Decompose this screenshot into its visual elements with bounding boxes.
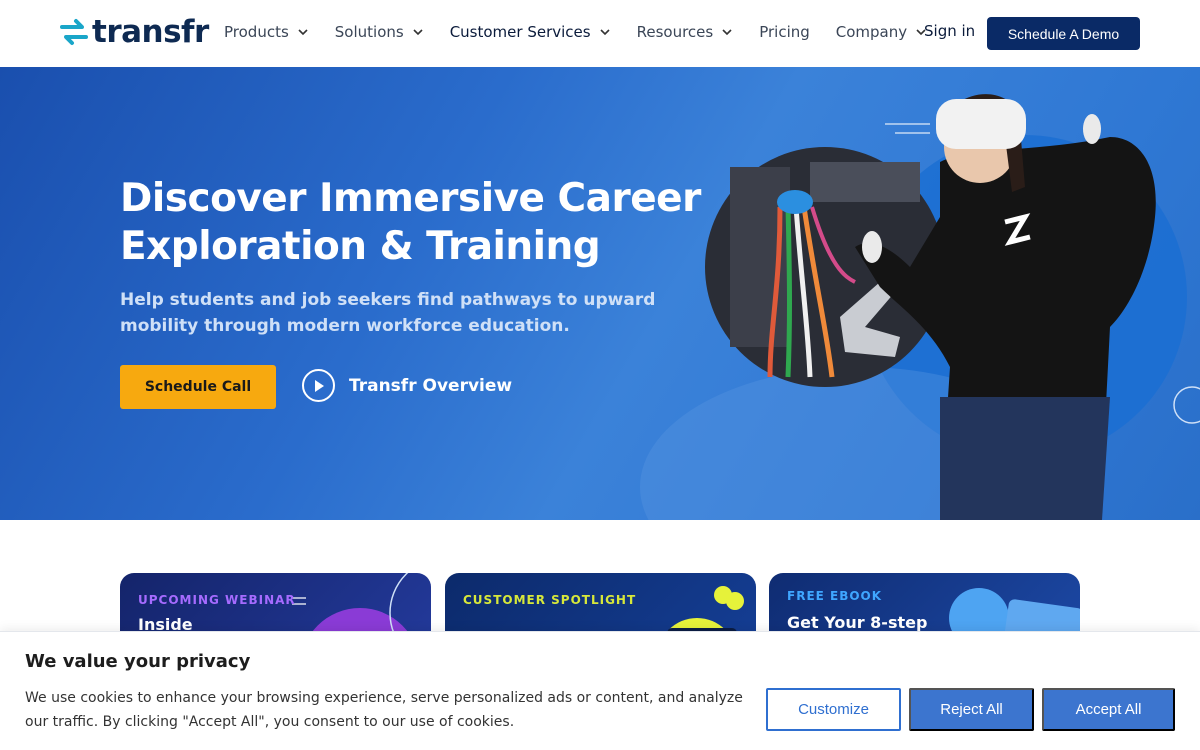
reject-all-button[interactable]: Reject All — [909, 688, 1034, 731]
hero-title: Discover Immersive Career Exploration & … — [120, 176, 701, 269]
logo-wordmark: transfr — [92, 14, 209, 50]
card-webinar-tag: UPCOMING WEBINAR — [138, 593, 296, 607]
nav-pricing[interactable]: Pricing — [759, 20, 810, 44]
vr-connector — [777, 190, 813, 214]
transfr-overview-label: Transfr Overview — [349, 375, 513, 396]
chevron-down-icon — [600, 29, 610, 36]
schedule-call-button[interactable]: Schedule Call — [120, 365, 276, 409]
chevron-down-icon — [722, 29, 732, 36]
nav-resources[interactable]: Resources — [637, 20, 734, 44]
sign-in-link[interactable]: Sign in — [924, 22, 975, 40]
vr-cable — [785, 206, 792, 378]
main-nav: Products Solutions Customer Services Res… — [224, 20, 953, 44]
vr-headset — [936, 99, 1026, 149]
card-spotlight-tag: CUSTOMER SPOTLIGHT — [463, 593, 637, 607]
card-ebook-title: Get Your 8-step — [787, 613, 928, 632]
nav-company[interactable]: Company — [836, 20, 927, 44]
card-ebook-tag: FREE EBOOK — [787, 589, 883, 603]
hero-section: Discover Immersive Career Exploration & … — [0, 67, 1200, 520]
nav-customer-services-label: Customer Services — [449, 23, 591, 41]
nav-resources-label: Resources — [636, 23, 714, 41]
outline-circle — [1173, 386, 1200, 424]
nav-company-label: Company — [835, 23, 908, 41]
hero-illustration — [640, 94, 1200, 520]
cookie-description: We use cookies to enhance your browsing … — [25, 690, 743, 730]
hero-subtitle: Help students and job seekers find pathw… — [120, 290, 656, 336]
vr-rack — [810, 162, 920, 202]
controller-right — [1083, 114, 1101, 144]
nav-solutions-label: Solutions — [334, 23, 404, 41]
site-header: transfr Products Solutions Customer Serv… — [0, 0, 1200, 67]
nav-products-label: Products — [224, 23, 289, 41]
transfr-logo[interactable]: transfr — [60, 16, 209, 48]
nav-pricing-label: Pricing — [759, 23, 810, 41]
transfr-overview-link[interactable]: Transfr Overview — [302, 369, 512, 402]
chevron-down-icon — [298, 29, 308, 36]
accept-all-button[interactable]: Accept All — [1042, 688, 1175, 731]
person-jeans — [940, 397, 1110, 520]
nav-products[interactable]: Products — [224, 20, 309, 44]
cookie-banner: We value your privacy We use cookies to … — [0, 631, 1200, 750]
controller-left — [862, 231, 882, 263]
customize-button[interactable]: Customize — [766, 688, 901, 731]
chevron-down-icon — [413, 29, 423, 36]
cookie-title: We value your privacy — [25, 651, 251, 672]
play-icon — [302, 369, 335, 402]
logo-arrows-icon — [60, 19, 88, 45]
nav-customer-services[interactable]: Customer Services — [450, 20, 611, 44]
vr-rack — [730, 167, 790, 347]
nav-solutions[interactable]: Solutions — [335, 20, 424, 44]
schedule-demo-button[interactable]: Schedule A Demo — [987, 17, 1140, 50]
